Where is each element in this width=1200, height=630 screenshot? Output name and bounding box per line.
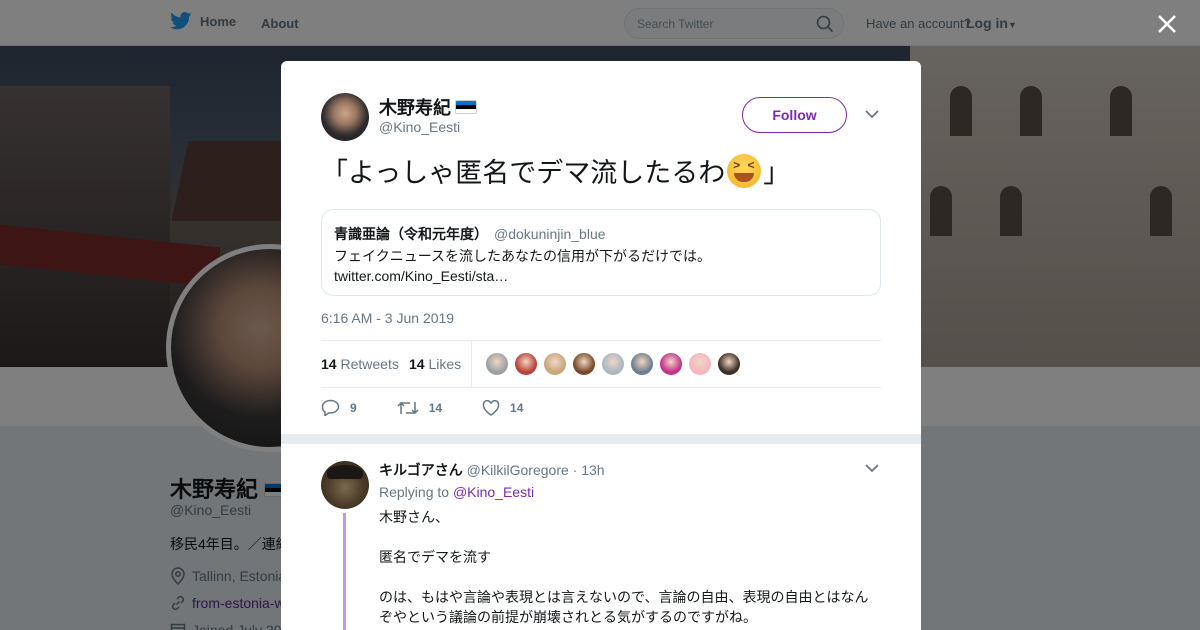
chevron-down-icon[interactable] <box>865 463 879 473</box>
tweet-modal: 木野寿紀 @Kino_Eesti Follow 「よっしゃ匿名でデマ流したるわ … <box>281 61 921 630</box>
liker-avatar[interactable] <box>514 352 538 376</box>
reply-author-handle[interactable]: @KilkilGoregore <box>467 462 569 478</box>
quoted-author-handle: @dokuninjin_blue <box>494 226 606 242</box>
quoted-tweet-link[interactable]: twitter.com/Kino_Eesti/sta… <box>334 266 711 286</box>
liker-avatar[interactable] <box>717 352 741 376</box>
tweet-timestamp[interactable]: 6:16 AM - 3 Jun 2019 <box>321 310 454 326</box>
reply-paragraph: のは、もはや言論や表現とは言えないので、言論の自由、表現の自由とはなんぞやという… <box>379 589 869 625</box>
retweets-label: Retweets <box>340 356 399 372</box>
author-handle[interactable]: @Kino_Eesti <box>379 119 460 135</box>
liker-avatar[interactable] <box>572 352 596 376</box>
liker-avatar[interactable] <box>543 352 567 376</box>
tweet-stats: 14 Retweets 14 Likes <box>321 340 881 388</box>
thread-line <box>343 513 346 630</box>
close-icon[interactable] <box>1155 12 1179 36</box>
estonia-flag-icon <box>455 100 477 114</box>
replying-to: Replying to @Kino_Eesti <box>379 484 534 500</box>
retweets-count: 14 <box>321 356 337 372</box>
liker-avatar[interactable] <box>659 352 683 376</box>
tweet-text: 「よっしゃ匿名でデマ流したるわ 」 <box>321 151 790 190</box>
tweet-actions: 9 14 14 <box>321 399 563 416</box>
liker-avatars <box>485 352 741 376</box>
heart-icon <box>482 399 500 416</box>
section-divider <box>281 434 921 444</box>
stats-divider <box>471 341 472 387</box>
replying-to-link[interactable]: @Kino_Eesti <box>453 484 534 500</box>
laughing-face-icon <box>727 153 762 188</box>
author-name-text: 木野寿紀 <box>379 98 451 118</box>
retweet-count: 14 <box>428 400 443 415</box>
tweet-text-end: 」 <box>763 158 791 188</box>
tweet-text-main: 「よっしゃ匿名でデマ流したるわ <box>321 158 726 188</box>
like-count: 14 <box>510 400 524 415</box>
likes-label: Likes <box>428 356 462 372</box>
author-avatar[interactable] <box>321 93 369 141</box>
reply-author-name[interactable]: キルゴアさん <box>379 462 463 478</box>
author-name[interactable]: 木野寿紀 <box>379 94 477 120</box>
quoted-tweet-line: フェイクニュースを流したあなたの信用が下がるだけでは。 <box>334 248 712 264</box>
likes-count: 14 <box>409 356 425 372</box>
quoted-tweet[interactable]: 青識亜論（令和元年度） @dokuninjin_blue フェイクニュースを流した… <box>321 209 881 296</box>
reply-count: 9 <box>350 400 357 415</box>
reply-paragraph: 匿名でデマを流す <box>379 549 491 565</box>
replying-to-prefix: Replying to <box>379 484 450 500</box>
follow-button[interactable]: Follow <box>742 97 847 133</box>
reply-icon <box>321 399 340 416</box>
reply-button[interactable]: 9 <box>321 399 357 416</box>
liker-avatar[interactable] <box>688 352 712 376</box>
liker-avatar[interactable] <box>601 352 625 376</box>
reply-paragraph: 木野さん、 <box>379 509 449 525</box>
chevron-down-icon[interactable] <box>865 109 879 119</box>
retweet-button[interactable]: 14 <box>397 400 442 416</box>
quoted-author-name: 青識亜論（令和元年度） <box>334 226 488 242</box>
liker-avatar[interactable] <box>485 352 509 376</box>
reply-author-avatar[interactable] <box>321 461 369 509</box>
likes-stat[interactable]: 14 Likes <box>409 356 461 372</box>
reply-text: 木野さん、 匿名でデマを流す のは、もはや言論や表現とは言えないので、言論の自由… <box>379 507 879 630</box>
retweets-stat[interactable]: 14 Retweets <box>321 356 399 372</box>
quoted-tweet-header: 青識亜論（令和元年度） @dokuninjin_blue <box>334 224 606 244</box>
retweet-icon <box>397 401 419 414</box>
reply-time[interactable]: · 13h <box>573 462 605 478</box>
reply-header: キルゴアさん @KilkilGoregore · 13h <box>379 460 605 480</box>
liker-avatar[interactable] <box>630 352 654 376</box>
like-button[interactable]: 14 <box>482 399 524 416</box>
quoted-tweet-body: フェイクニュースを流したあなたの信用が下がるだけでは。 twitter.com/… <box>334 246 711 286</box>
